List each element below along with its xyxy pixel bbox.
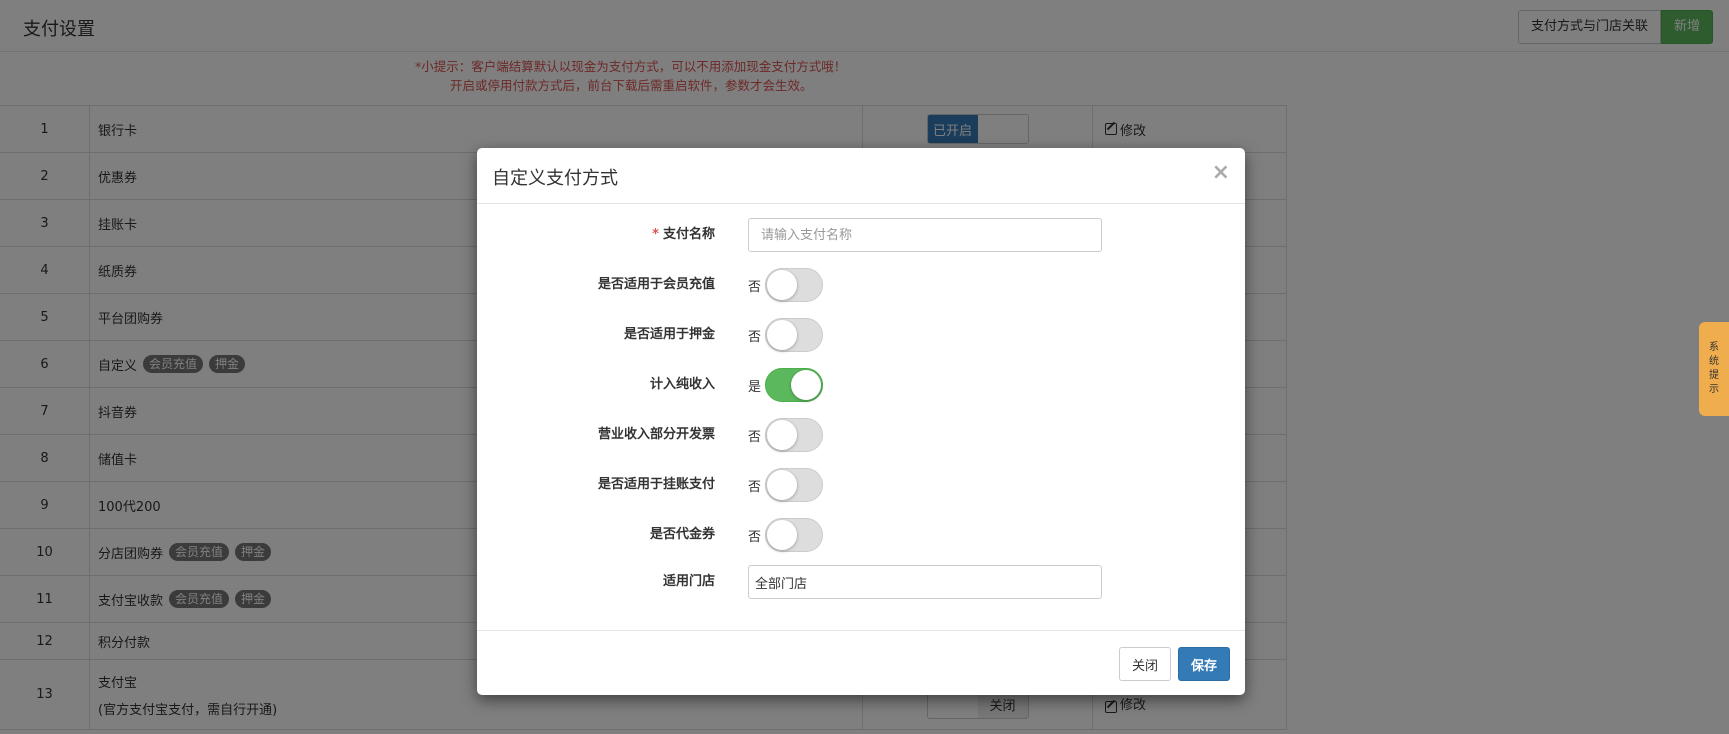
form-row-deposit: 是否适用于押金 否 [477,318,1245,352]
modal-footer: 关闭 保存 [477,631,1245,694]
credit-toggle[interactable] [765,468,824,502]
form-row-recharge: 是否适用于会员充值 否 [477,268,1245,302]
credit-label: 是否适用于挂账支付 [597,477,715,492]
modal-header: 自定义支付方式 × [477,148,1245,204]
form-row-credit: 是否适用于挂账支付 否 [477,468,1245,502]
form-row-store: 适用门店 [477,565,1245,599]
recharge-label: 是否适用于会员充值 [597,277,715,292]
form-row-net-income: 计入纯收入 是 [477,368,1245,402]
deposit-label: 是否适用于押金 [623,327,715,342]
invoice-toggle[interactable] [765,418,824,452]
form-row-voucher: 是否代金券 否 [477,518,1245,552]
form-row-invoice: 营业收入部分开发票 否 [477,418,1245,452]
deposit-value: 否 [748,329,762,345]
credit-toggle-wrap: 否 [748,468,824,502]
save-button[interactable]: 保存 [1177,647,1230,681]
toggle-knob [767,420,798,450]
system-tip-tab[interactable]: 系 统 提 示 [1699,322,1729,416]
store-label: 适用门店 [662,574,715,589]
voucher-toggle[interactable] [765,518,824,552]
side-tab-char: 示 [1709,384,1719,395]
voucher-toggle-wrap: 否 [748,518,824,552]
toggle-knob [767,320,798,350]
recharge-toggle-wrap: 否 [748,268,824,302]
close-icon[interactable]: × [1212,160,1230,185]
recharge-value: 否 [748,279,762,295]
invoice-value: 否 [748,429,762,445]
custom-payment-modal: 自定义支付方式 × *支付名称 是否适用于会员充值 否 是否适用于押金 否 计入… [477,148,1245,695]
invoice-toggle-wrap: 否 [748,418,824,452]
modal-body: *支付名称 是否适用于会员充值 否 是否适用于押金 否 计入纯收入 是 [477,204,1245,631]
net-income-toggle-wrap: 是 [748,368,824,402]
close-button[interactable]: 关闭 [1118,647,1171,681]
name-label: * 支付名称 [652,227,715,242]
store-input[interactable] [748,565,1102,599]
voucher-value: 否 [748,529,762,545]
side-tab-char: 统 [1709,356,1719,367]
voucher-label: 是否代金券 [649,527,715,542]
recharge-toggle[interactable] [765,268,824,302]
form-row-name: * 支付名称 [477,218,1245,252]
net-income-label: 计入纯收入 [649,377,715,392]
invoice-label: 营业收入部分开发票 [597,427,715,442]
toggle-knob [767,520,798,550]
deposit-toggle[interactable] [765,318,824,352]
credit-value: 否 [748,479,762,495]
toggle-knob [767,470,798,500]
payment-name-input[interactable] [748,218,1102,252]
required-mark: * [652,227,659,242]
toggle-knob [767,270,798,300]
side-tab-char: 系 [1709,342,1719,353]
modal-title: 自定义支付方式 [492,168,618,189]
net-income-value: 是 [748,379,762,395]
toggle-knob [791,370,822,400]
deposit-toggle-wrap: 否 [748,318,824,352]
side-tab-char: 提 [1709,370,1719,381]
net-income-toggle[interactable] [765,368,824,402]
